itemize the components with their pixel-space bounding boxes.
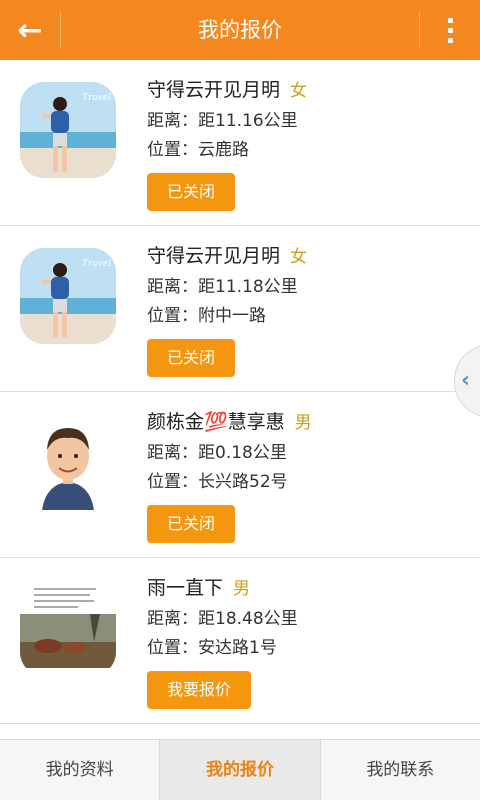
back-button[interactable]: ←: [0, 0, 60, 60]
gender-label: 女: [290, 81, 308, 101]
distance-text: 距离：距11.16公里: [147, 111, 298, 131]
distance-text: 距离：距11.18公里: [147, 277, 298, 297]
list-item[interactable]: Travel 守得云开见月明女 距离：距11.18公里 位置：附中一路 已关闭: [0, 226, 480, 392]
more-vertical-icon: [447, 17, 453, 23]
status-button[interactable]: 已关闭: [147, 339, 236, 377]
top-app-bar: ← 我的报价: [0, 0, 480, 60]
gender-label: 男: [294, 413, 312, 433]
svg-text:Travel: Travel: [82, 259, 111, 269]
user-name: 雨一直下: [147, 577, 224, 599]
distance-text: 距离：距18.48公里: [147, 609, 298, 629]
user-name: 守得云开见月明: [147, 79, 281, 101]
avatar[interactable]: Travel: [20, 248, 116, 344]
location-text: 位置：长兴路52号: [147, 472, 288, 492]
tab-my-quotes[interactable]: 我的报价: [159, 740, 320, 800]
status-button[interactable]: 已关闭: [147, 173, 236, 211]
bottom-tab-bar: 我的资料 我的报价 我的联系: [0, 739, 480, 800]
avatar[interactable]: Travel: [20, 82, 116, 178]
gender-label: 女: [290, 247, 308, 267]
gender-label: 男: [233, 579, 251, 599]
user-name: 颜栋金💯慧享惠: [147, 411, 285, 433]
avatar[interactable]: [20, 580, 116, 676]
chevron-left-icon: ‹: [461, 368, 471, 393]
page-title: 我的报价: [198, 18, 282, 42]
location-text: 位置：云鹿路: [147, 140, 249, 160]
status-button[interactable]: 已关闭: [147, 505, 236, 543]
tab-my-profile[interactable]: 我的资料: [0, 740, 159, 800]
location-text: 位置：安达路1号: [147, 638, 277, 658]
arrow-left-icon: ←: [17, 12, 43, 48]
list-item[interactable]: 雨一直下男 距离：距18.48公里 位置：安达路1号 我要报价: [0, 558, 480, 724]
avatar[interactable]: [20, 414, 116, 510]
tab-my-contacts[interactable]: 我的联系: [319, 740, 480, 800]
user-name: 守得云开见月明: [147, 245, 281, 267]
quote-list: Travel 守得云开见月明女 距离：距11.16公里 位置：云鹿路 已关闭 T…: [0, 60, 480, 740]
quote-button[interactable]: 我要报价: [147, 671, 252, 709]
list-item[interactable]: 颜栋金💯慧享惠男 距离：距0.18公里 位置：长兴路52号 已关闭: [0, 392, 480, 558]
distance-text: 距离：距0.18公里: [147, 443, 287, 463]
svg-text:Travel: Travel: [82, 93, 111, 103]
location-text: 位置：附中一路: [147, 306, 266, 326]
list-item[interactable]: Travel 守得云开见月明女 距离：距11.16公里 位置：云鹿路 已关闭: [0, 60, 480, 226]
more-menu-button[interactable]: [420, 0, 480, 60]
